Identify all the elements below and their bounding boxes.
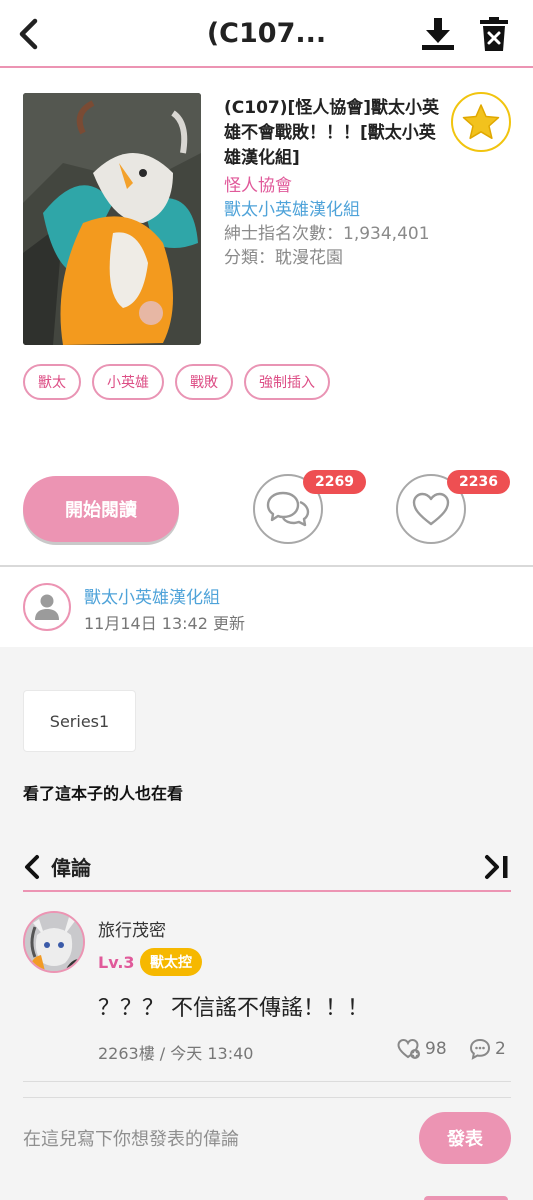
tag-list: 獸太 小英雄 戰敗 強制插入: [23, 364, 330, 400]
commenter-title-badge: 獸太控: [140, 948, 202, 976]
cover-image[interactable]: [23, 93, 201, 345]
chat-bubbles-icon: [266, 491, 310, 527]
back-button[interactable]: [10, 14, 46, 54]
also-viewed-heading: 看了這本子的人也在看: [23, 784, 184, 803]
delete-button[interactable]: [474, 14, 514, 54]
top-bar: (C107...: [0, 0, 533, 68]
download-button[interactable]: [418, 14, 458, 54]
category-label: 分類：耽漫花園: [224, 248, 343, 268]
commenter-name[interactable]: 旅行茂密: [98, 916, 166, 941]
commenter-level: Lv.3: [98, 953, 135, 972]
series-card[interactable]: Series1: [23, 690, 136, 752]
comments-count-badge: 2269: [303, 470, 366, 494]
cover-artwork: [23, 93, 201, 345]
star-icon: [462, 104, 500, 140]
floating-button-edge: [424, 1196, 508, 1200]
skip-to-end-icon: [485, 855, 508, 879]
book-title: (C107)[怪人協會]獸太小英雄不會戰敗！！！[獸太小英雄漢化組]: [224, 98, 440, 168]
page-title: (C107...: [206, 18, 327, 49]
chat-bubble-icon: [469, 1038, 491, 1060]
comment-input[interactable]: [23, 1114, 408, 1164]
user-icon: [35, 594, 59, 620]
input-divider: [23, 1097, 511, 1098]
comment-divider: [23, 1081, 511, 1082]
comments-heading: 偉論: [51, 856, 91, 880]
chevron-left-icon: [25, 855, 39, 879]
tag-chip[interactable]: 強制插入: [244, 364, 330, 400]
chevron-left-icon: [19, 18, 38, 50]
commenter-avatar[interactable]: [23, 911, 85, 973]
favorite-button[interactable]: [451, 92, 511, 152]
translation-group-link[interactable]: 獸太小英雄漢化組: [224, 198, 360, 222]
heart-plus-icon: [397, 1038, 420, 1059]
comments-header: 偉論: [23, 848, 511, 892]
start-reading-button[interactable]: 開始閱讀: [23, 476, 179, 542]
comments-last-page-button[interactable]: [483, 852, 511, 882]
uploader-avatar[interactable]: [23, 583, 71, 631]
uploader-name[interactable]: 獸太小英雄漢化組: [84, 583, 220, 608]
comment-like-count: 98: [425, 1039, 447, 1059]
section-divider: [0, 565, 533, 567]
likes-count-badge: 2236: [447, 470, 510, 494]
commenter-avatar-image: [25, 913, 83, 971]
heart-icon: [412, 492, 450, 526]
tag-chip[interactable]: 獸太: [23, 364, 81, 400]
comments-prev-button[interactable]: [23, 852, 45, 882]
comment-reply-button[interactable]: 2: [469, 1038, 506, 1060]
comment-reply-count: 2: [495, 1039, 506, 1059]
trash-icon: [480, 17, 508, 51]
comic-detail-page: (C107... (C107)[怪人協會]獸太小英雄不會戰敗！！！[獸太小英雄漢…: [0, 0, 533, 1200]
tag-chip[interactable]: 戰敗: [175, 364, 233, 400]
comment-like-button[interactable]: 98: [397, 1038, 447, 1060]
view-count: 紳士指名次數：1,934,401: [224, 224, 430, 244]
comment-meta: 2263樓 / 今天 13:40: [98, 1044, 254, 1063]
tag-chip[interactable]: 小英雄: [92, 364, 164, 400]
author-link[interactable]: 怪人協會: [224, 174, 292, 198]
update-date: 11月14日 13:42 更新: [84, 614, 246, 633]
send-comment-button[interactable]: 發表: [419, 1112, 511, 1164]
comment-text: ？？？ 不信謠不傳謠！！！: [98, 996, 369, 1021]
download-icon: [422, 18, 454, 50]
